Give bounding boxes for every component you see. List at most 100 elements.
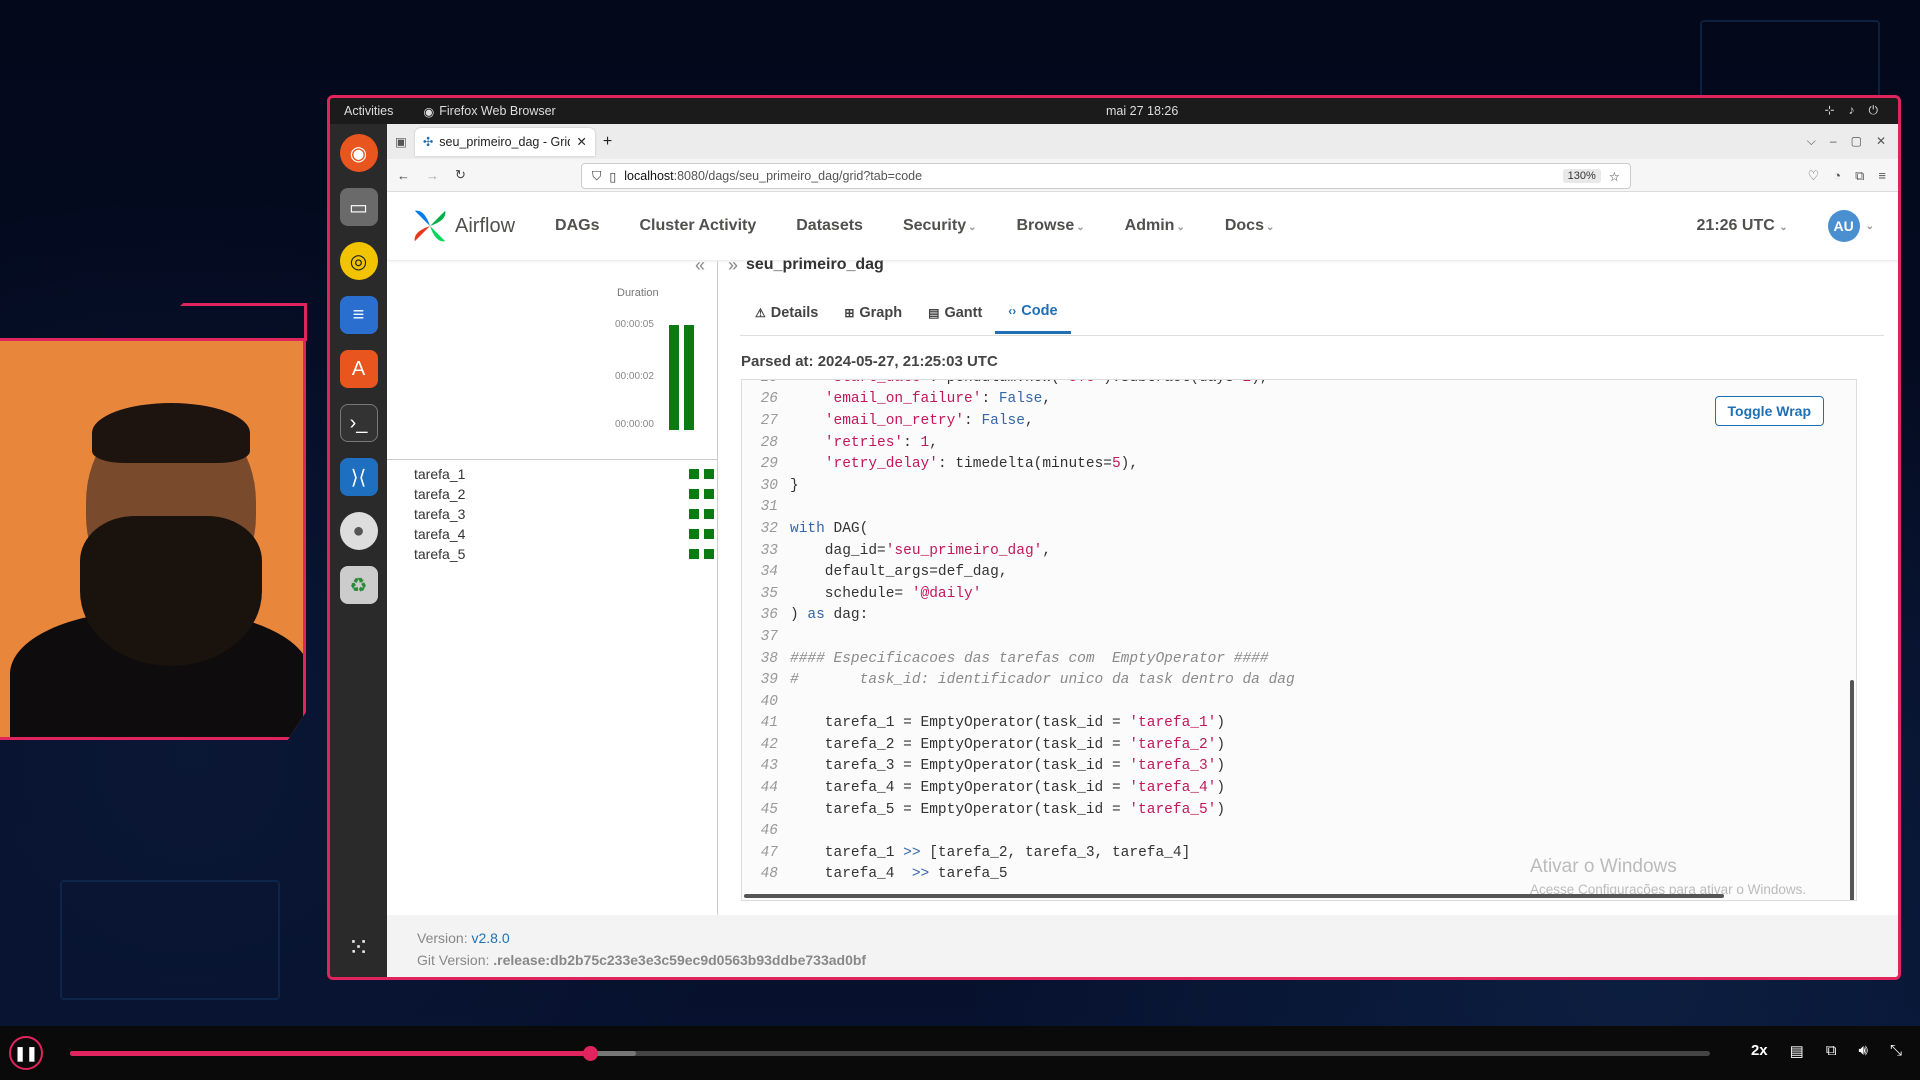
system-clock[interactable]: mai 27 18:26 (1106, 104, 1178, 118)
playback-speed-button[interactable]: 2x (1751, 1042, 1768, 1060)
task-row[interactable]: tarefa_3 (414, 504, 714, 524)
bookmark-star-icon[interactable]: ☆ (1609, 169, 1620, 184)
account-icon[interactable]: ◔ (1833, 168, 1841, 184)
tab-overflow-icon[interactable]: ⌵ (1807, 134, 1816, 149)
tab-list-icon[interactable]: ▣ (395, 134, 407, 149)
code-text: # task_id: identificador unico da task d… (790, 672, 1295, 689)
tab-label: Details (770, 304, 819, 321)
nav-browse[interactable]: Browse ⌄ (1016, 217, 1084, 235)
nav-label: DAGs (555, 217, 600, 234)
task-instance-success[interactable] (689, 489, 699, 499)
code-text: with DAG( (790, 520, 869, 537)
nav-dags[interactable]: DAGs (555, 217, 599, 235)
network-icon: ⊹ (1824, 103, 1835, 117)
fullscreen-exit-icon[interactable]: ⤡ (1890, 1042, 1902, 1060)
nav-datasets[interactable]: Datasets (796, 217, 863, 235)
code-text: 'start_date': pendulum.now('UTC').subtra… (790, 380, 1269, 386)
vertical-scrollbar[interactable] (1850, 680, 1854, 900)
back-icon[interactable]: ← (397, 168, 410, 183)
nav-cluster-activity[interactable]: Cluster Activity (639, 217, 756, 235)
details-tabs: ⚠ Details ⊞ Graph ▤ Gantt ‹› Code (742, 293, 1071, 334)
task-row[interactable]: tarefa_2 (414, 484, 714, 504)
zoom-indicator[interactable]: 130% (1562, 169, 1601, 183)
task-instance-success[interactable] (704, 549, 714, 559)
nav-docs[interactable]: Docs ⌄ (1225, 217, 1275, 235)
picture-in-picture-icon[interactable]: ⧉ (1826, 1042, 1837, 1060)
pause-button[interactable]: ❚❚ (9, 1036, 43, 1070)
airflow-logo[interactable]: Airflow (411, 207, 515, 245)
line-number: 27 (760, 412, 778, 429)
task-row[interactable]: tarefa_4 (414, 524, 714, 544)
toggle-wrap-button[interactable]: Toggle Wrap (1714, 396, 1824, 426)
code-line: 44 tarefa_4 = EmptyOperator(task_id = 't… (742, 777, 1856, 799)
tab-gantt[interactable]: ▤ Gantt (915, 293, 995, 334)
firefox-icon[interactable]: ◉ (339, 134, 378, 172)
line-number: 31 (760, 499, 778, 516)
user-menu[interactable]: AU ⌄ (1827, 210, 1874, 242)
vscode-icon[interactable]: ⟩⟨ (339, 458, 378, 496)
terminal-icon[interactable]: ›_ (339, 404, 378, 442)
dag-title[interactable]: seu_primeiro_dag (746, 256, 884, 274)
software-center-icon[interactable]: A (339, 350, 378, 388)
files-icon[interactable]: ▭ (339, 188, 378, 226)
nav-admin[interactable]: Admin ⌄ (1125, 217, 1185, 235)
task-instance-success[interactable] (704, 469, 714, 479)
system-tray[interactable]: ⊹ ♪ ⏻ (1824, 103, 1878, 118)
disc-icon[interactable]: ● (339, 512, 378, 550)
duration-chart (669, 325, 699, 430)
code-text: 'email_on_failure': False, (824, 391, 1052, 408)
task-row[interactable]: tarefa_1 (414, 464, 714, 484)
writer-icon[interactable]: ≡ (339, 296, 378, 334)
maximize-icon[interactable]: ▢ (1851, 134, 1862, 149)
tab-details[interactable]: ⚠ Details (742, 293, 831, 334)
app-menu[interactable]: ◉ Firefox Web Browser (423, 104, 555, 119)
windows-activation-watermark: Ativar o Windows Acesse Configurações pa… (1530, 856, 1806, 897)
close-window-icon[interactable]: ✕ (1876, 134, 1886, 149)
task-instance-success[interactable] (689, 529, 699, 539)
task-instance-success[interactable] (689, 469, 699, 479)
nav-security[interactable]: Security ⌄ (903, 217, 977, 235)
trash-icon[interactable]: ♻ (339, 566, 378, 604)
captions-icon[interactable]: ▤ (1790, 1042, 1804, 1060)
timezone-dropdown[interactable]: 21:26 UTC ⌄ (1697, 217, 1788, 235)
git-version-link[interactable]: .release:db2b75c233e3e3c59ec9d0563b93ddb… (493, 952, 866, 968)
new-tab-icon[interactable]: + (603, 133, 612, 151)
task-instance-success[interactable] (689, 509, 699, 519)
line-number: 45 (760, 801, 778, 818)
minimize-icon[interactable]: – (1830, 134, 1837, 149)
expand-details-icon[interactable]: » (728, 255, 738, 276)
task-instance-success[interactable] (704, 529, 714, 539)
volume-icon[interactable]: 🔊︎ (1859, 1042, 1868, 1060)
video-player-bar: ❚❚ 2x ▤ ⧉ 🔊︎ ⤡ (0, 1026, 1920, 1080)
task-row[interactable]: tarefa_5 (414, 544, 714, 564)
dag-run-bar[interactable] (684, 325, 694, 430)
activities-button[interactable]: Activities (344, 104, 393, 118)
app-grid-icon[interactable]: ⁙ (348, 932, 370, 963)
pocket-icon[interactable]: ♡ (1808, 168, 1820, 184)
forward-icon[interactable]: → (426, 168, 439, 183)
collapse-grid-icon[interactable]: « (695, 255, 705, 276)
task-instance-success[interactable] (689, 549, 699, 559)
dag-run-bar[interactable] (669, 325, 679, 430)
tab-graph[interactable]: ⊞ Graph (831, 293, 915, 334)
line-number: 36 (760, 607, 778, 624)
task-instance-success[interactable] (704, 509, 714, 519)
menu-icon[interactable]: ≡ (1878, 168, 1886, 184)
seek-bar[interactable] (70, 1046, 1710, 1061)
chevron-down-icon: ⌄ (1076, 222, 1085, 233)
version-link[interactable]: v2.8.0 (471, 930, 509, 946)
rhythmbox-icon[interactable]: ◎ (339, 242, 378, 280)
horizontal-scrollbar[interactable] (744, 894, 1724, 898)
code-line: 26 'email_on_failure': False, (742, 389, 1856, 411)
seek-handle[interactable] (582, 1046, 598, 1061)
line-number: 39 (760, 672, 778, 689)
tab-code[interactable]: ‹› Code (995, 293, 1071, 334)
code-viewer[interactable]: 25 'start_date': pendulum.now('UTC').sub… (741, 379, 1857, 901)
code-text: tarefa_3 = EmptyOperator(task_id = 'tare… (790, 758, 1226, 775)
browser-tab[interactable]: ✣ seu_primeiro_dag - Grid ✕ (414, 127, 595, 156)
task-instance-success[interactable] (704, 489, 714, 499)
url-bar[interactable]: ⛉ ▯ localhost:8080/dags/seu_primeiro_dag… (581, 163, 1631, 189)
reload-icon[interactable]: ↻ (455, 167, 466, 183)
close-tab-icon[interactable]: ✕ (576, 134, 586, 149)
extensions-icon[interactable]: ⧉ (1855, 168, 1864, 184)
